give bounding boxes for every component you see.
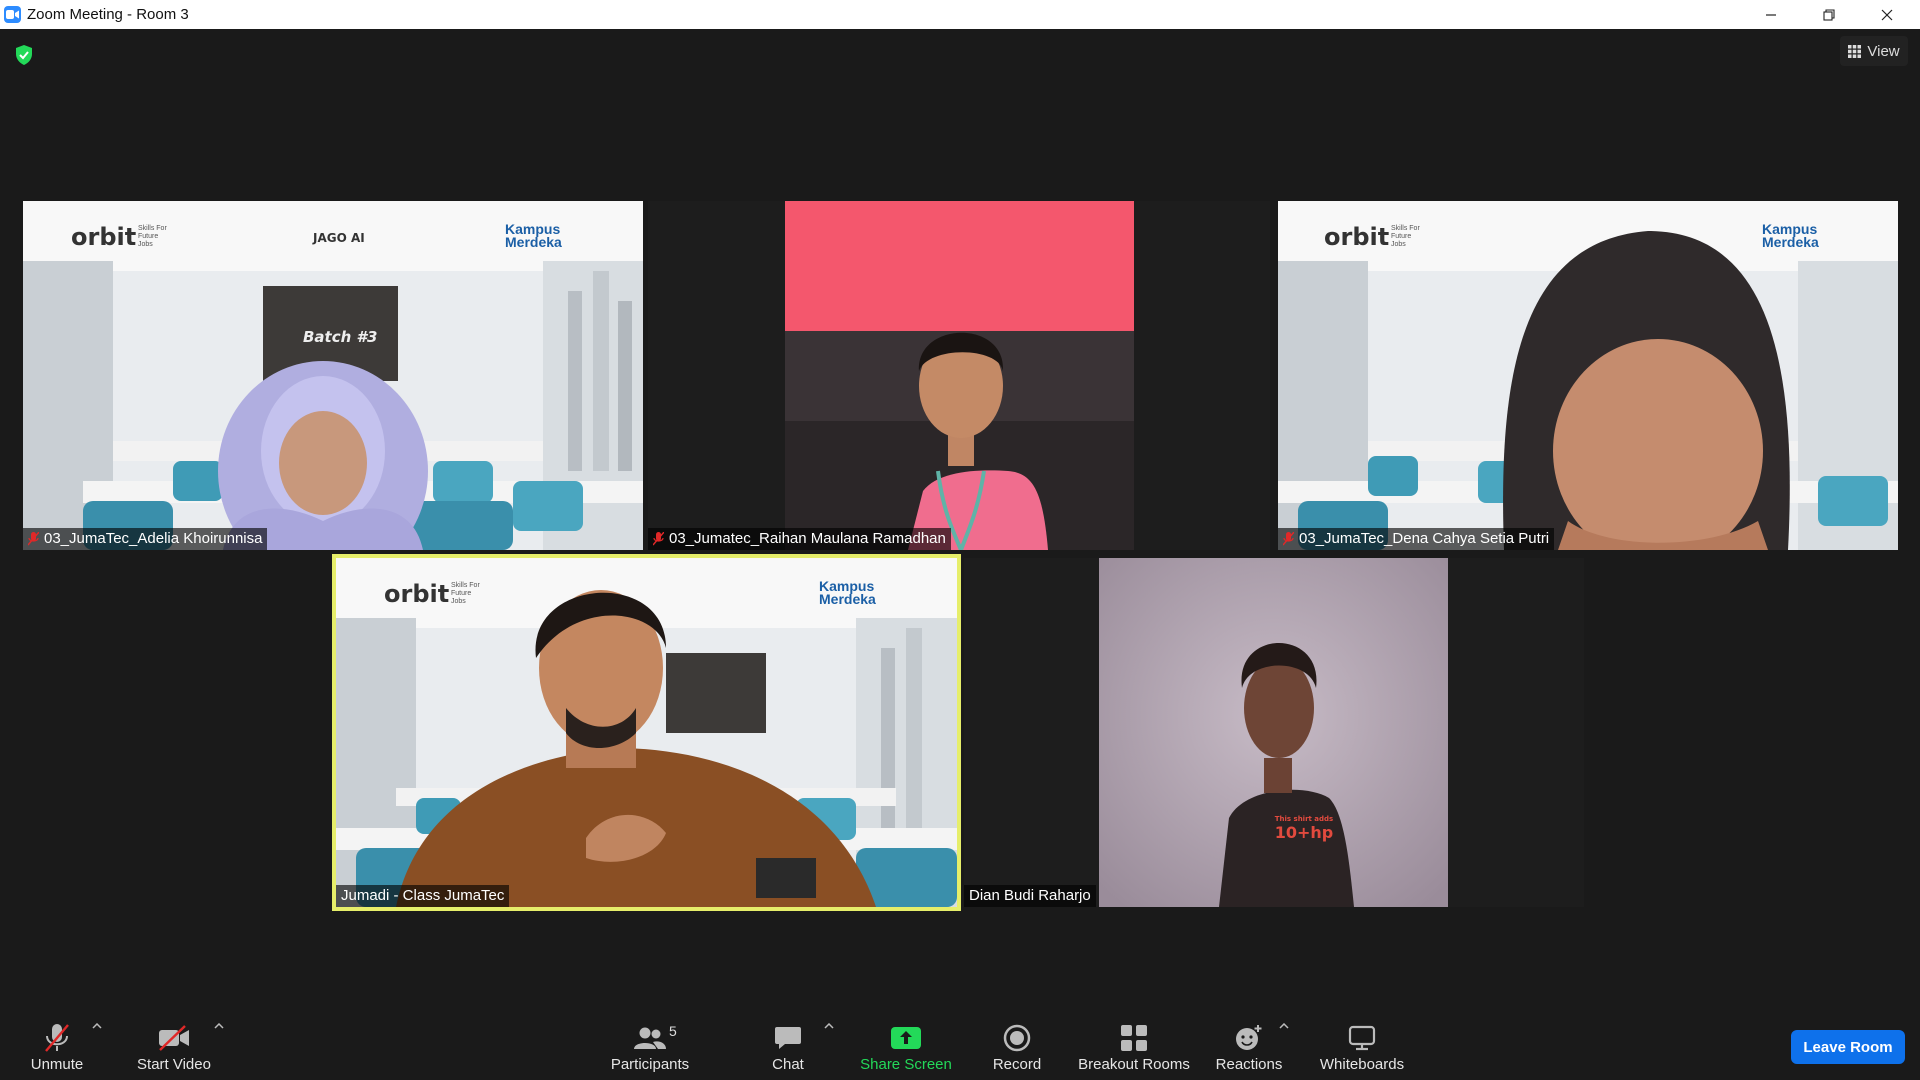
orbit-logo: orbit xyxy=(1324,223,1390,251)
video-options-caret[interactable] xyxy=(211,1018,227,1034)
whiteboard-icon xyxy=(1348,1025,1376,1051)
leave-room-button[interactable]: Leave Room xyxy=(1791,1030,1905,1064)
window-title: Zoom Meeting - Room 3 xyxy=(27,6,189,23)
zoom-app-icon xyxy=(4,6,21,23)
video-feed xyxy=(785,201,1134,550)
chevron-up-icon xyxy=(824,1023,834,1029)
chat-button[interactable]: Chat xyxy=(768,1022,808,1078)
participants-count: 5 xyxy=(669,1023,677,1039)
chevron-up-icon xyxy=(1279,1023,1289,1029)
minimize-button[interactable] xyxy=(1742,0,1800,29)
audio-options-caret[interactable] xyxy=(89,1018,105,1034)
security-shield-icon[interactable] xyxy=(14,44,34,71)
video-feed xyxy=(1278,201,1898,550)
video-tile-raihan[interactable]: 03_Jumatec_Raihan Maulana Ramadhan xyxy=(648,201,1270,550)
record-label: Record xyxy=(992,1056,1042,1073)
reactions-icon xyxy=(1236,1025,1262,1050)
whiteboards-label: Whiteboards xyxy=(1319,1056,1405,1073)
participant-name-tag: 03_JumaTec_Adelia Khoirunnisa xyxy=(23,528,268,550)
window-title-bar: Zoom Meeting - Room 3 xyxy=(0,0,1920,29)
batch-sign: Batch #3 xyxy=(303,328,378,346)
chat-icon xyxy=(775,1027,801,1049)
reactions-options-caret[interactable] xyxy=(1276,1018,1292,1034)
video-tile-adelia[interactable]: orbit Skills For Future Jobs JAGO AI Kam… xyxy=(23,201,643,550)
view-button[interactable]: View xyxy=(1840,36,1908,66)
record-icon xyxy=(1003,1024,1031,1052)
start-video-label: Start Video xyxy=(137,1056,211,1073)
breakout-rooms-button[interactable]: Breakout Rooms xyxy=(1074,1022,1194,1078)
record-button[interactable]: Record xyxy=(990,1022,1044,1078)
participant-name: 03_JumaTec_Adelia Khoirunnisa xyxy=(44,530,263,547)
video-tile-jumadi[interactable]: orbit Skills For Future Jobs Kampus Merde… xyxy=(336,558,957,907)
whiteboards-button[interactable]: Whiteboards xyxy=(1316,1022,1408,1078)
video-off-icon xyxy=(159,1025,189,1051)
start-video-button[interactable]: Start Video xyxy=(130,1022,218,1078)
video-tile-dena[interactable]: orbit Skills For Future Jobs Kampus Merde… xyxy=(1278,201,1898,550)
share-screen-label: Share Screen xyxy=(860,1056,952,1073)
participants-button[interactable]: 5 Participants xyxy=(604,1022,696,1078)
unmute-label: Unmute xyxy=(30,1056,84,1073)
video-feed xyxy=(23,201,643,550)
shirt-text: This shirt adds 10+hp xyxy=(1274,815,1334,842)
reactions-button[interactable]: Reactions xyxy=(1212,1022,1286,1078)
kampus-merdeka-logo: Kampus Merdeka xyxy=(819,578,876,607)
skills-text: Skills For Future Jobs xyxy=(451,582,480,605)
video-tile-dian[interactable]: This shirt adds 10+hp Dian Budi Raharjo xyxy=(964,558,1584,907)
reactions-label: Reactions xyxy=(1215,1056,1283,1073)
video-feed xyxy=(336,558,957,907)
kampus-merdeka-logo: Kampus Merdeka xyxy=(1762,221,1819,250)
participant-name: Jumadi - Class JumaTec xyxy=(341,887,505,904)
kampus-merdeka-logo: Kampus Merdeka xyxy=(505,221,562,250)
orbit-logo: orbit xyxy=(71,223,137,251)
video-feed xyxy=(1099,558,1448,907)
view-label: View xyxy=(1867,42,1900,60)
participants-label: Participants xyxy=(610,1056,690,1073)
unmute-button[interactable]: Unmute xyxy=(22,1022,92,1078)
chat-label: Chat xyxy=(772,1056,804,1073)
participant-name: 03_Jumatec_Raihan Maulana Ramadhan xyxy=(669,530,946,547)
participant-name-tag: Jumadi - Class JumaTec xyxy=(336,885,510,907)
chat-options-caret[interactable] xyxy=(821,1018,837,1034)
muted-mic-icon xyxy=(45,1024,69,1052)
participant-name: 03_JumaTec_Dena Cahya Setia Putri xyxy=(1299,530,1550,547)
participant-name-tag: 03_Jumatec_Raihan Maulana Ramadhan xyxy=(648,528,951,550)
breakout-rooms-label: Breakout Rooms xyxy=(1078,1056,1190,1073)
meeting-toolbar: Unmute Start Video 5 Participants Chat S… xyxy=(0,1012,1920,1080)
restore-button[interactable] xyxy=(1800,0,1858,29)
skills-text: Skills For Future Jobs xyxy=(1391,225,1420,248)
muted-mic-icon xyxy=(1283,531,1294,545)
participants-icon xyxy=(634,1027,666,1049)
share-screen-button[interactable]: Share Screen xyxy=(858,1022,954,1078)
jago-ai-logo: JAGO AI xyxy=(313,231,365,245)
close-button[interactable] xyxy=(1858,0,1916,29)
chevron-up-icon xyxy=(92,1023,102,1029)
skills-text: Skills For Future Jobs xyxy=(138,225,167,248)
participant-name: Dian Budi Raharjo xyxy=(969,887,1091,904)
muted-mic-icon xyxy=(653,531,664,545)
share-screen-icon xyxy=(891,1027,921,1049)
participant-name-tag: Dian Budi Raharjo xyxy=(964,885,1096,907)
breakout-rooms-icon xyxy=(1121,1025,1147,1051)
orbit-logo: orbit xyxy=(384,580,450,608)
chevron-up-icon xyxy=(214,1023,224,1029)
grid-icon xyxy=(1848,44,1862,58)
participant-name-tag: 03_JumaTec_Dena Cahya Setia Putri xyxy=(1278,528,1555,550)
muted-mic-icon xyxy=(28,531,39,545)
